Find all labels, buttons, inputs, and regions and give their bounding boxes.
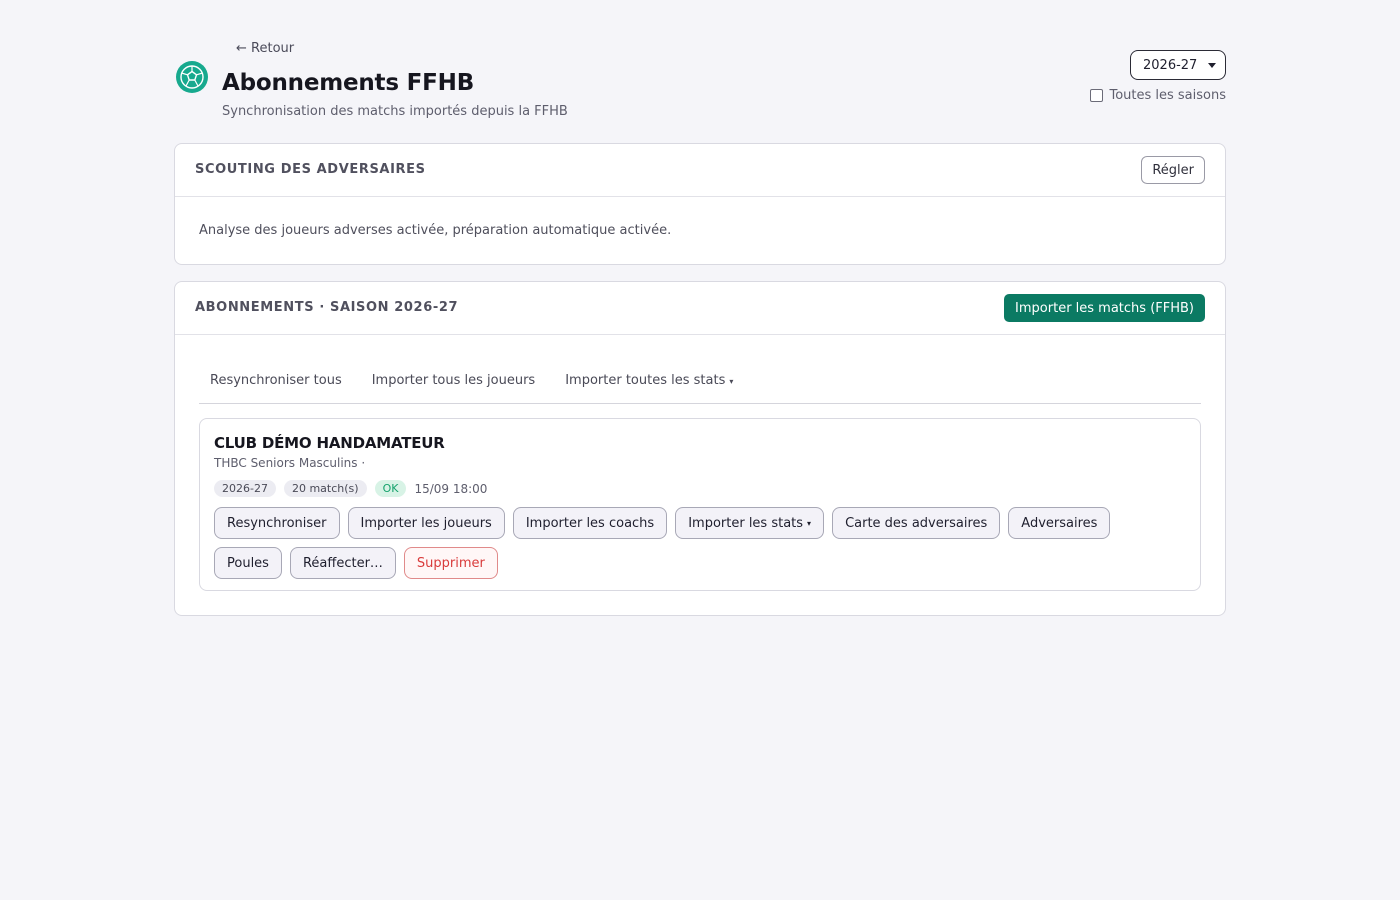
page-header: ← Retour Abonnements FFHB Synchronisatio… (174, 38, 1226, 128)
tab-import-all-players-label: Importer tous les joueurs (371, 373, 536, 388)
import-stats-label: Importer les stats (688, 515, 804, 531)
club-team: THBC Seniors Masculins · (214, 456, 366, 470)
tab-import-all-players[interactable]: Importer tous les joueurs (360, 362, 551, 403)
pools-button[interactable]: Poules (214, 547, 282, 579)
back-link[interactable]: ← Retour (236, 41, 294, 56)
settings-button[interactable]: Régler (1141, 156, 1205, 184)
import-players-button[interactable]: Importer les joueurs (347, 507, 505, 539)
tab-import-all-stats-label: Importer toutes les stats (565, 373, 726, 388)
club-badges: 2026-27 20 match(s) OK 15/09 18:00 (214, 480, 487, 497)
import-stats-button[interactable]: Importer les stats ▾ (675, 507, 825, 539)
tab-resync-all[interactable]: Resynchroniser tous (199, 362, 357, 403)
import-coaches-button[interactable]: Importer les coachs (512, 507, 668, 539)
handball-icon (176, 61, 208, 93)
scouting-card-header: SCOUTING DES ADVERSAIRES Régler (175, 144, 1225, 197)
opponents-button[interactable]: Adversaires (1008, 507, 1111, 539)
import-matches-button[interactable]: Importer les matchs (FFHB) (1004, 294, 1205, 322)
dropdown-arrow-icon: ▾ (807, 518, 812, 528)
all-seasons-label: Toutes les saisons (1109, 88, 1226, 103)
tab-import-all-stats[interactable]: Importer toutes les stats ▾ (553, 362, 748, 403)
season-select-value: 2026-27 (1143, 57, 1198, 73)
club-name: CLUB DÉMO HANDAMATEUR (214, 434, 445, 452)
resync-button[interactable]: Resynchroniser (214, 507, 340, 539)
season-badge: 2026-27 (214, 480, 276, 497)
delete-button[interactable]: Supprimer (403, 547, 498, 579)
scouting-card: SCOUTING DES ADVERSAIRES Régler Analyse … (174, 143, 1226, 265)
opponents-map-button[interactable]: Carte des adversaires (832, 507, 1001, 539)
all-seasons-toggle[interactable]: Toutes les saisons (1090, 88, 1226, 103)
matches-count-badge: 20 match(s) (283, 480, 367, 497)
bulk-actions-tabs: Resynchroniser tous Importer tous les jo… (199, 362, 1201, 404)
last-sync-timestamp: 15/09 18:00 (414, 481, 488, 496)
caret-down-icon (1208, 63, 1216, 68)
all-seasons-checkbox[interactable] (1090, 89, 1104, 102)
season-select[interactable]: 2026-27 (1130, 50, 1226, 80)
scouting-title: SCOUTING DES ADVERSAIRES (195, 162, 426, 177)
subscriptions-card: ABONNEMENTS · SAISON 2026-27 Importer le… (174, 281, 1226, 616)
page-title: Abonnements FFHB (222, 70, 475, 96)
reassign-button[interactable]: Réaffecter… (289, 547, 396, 579)
subscriptions-title: ABONNEMENTS · SAISON 2026-27 (195, 300, 459, 315)
subscriptions-card-header: ABONNEMENTS · SAISON 2026-27 Importer le… (175, 282, 1225, 335)
club-actions: Resynchroniser Importer les joueurs Impo… (214, 507, 1194, 587)
page-subtitle: Synchronisation des matchs importés depu… (222, 104, 568, 119)
scouting-description: Analyse des joueurs adverses activée, pr… (199, 223, 672, 238)
dropdown-arrow-icon: ▾ (729, 377, 734, 386)
club-subscription-card: CLUB DÉMO HANDAMATEUR THBC Seniors Mascu… (199, 418, 1201, 591)
status-badge: OK (374, 480, 407, 497)
tab-resync-all-label: Resynchroniser tous (210, 373, 342, 388)
